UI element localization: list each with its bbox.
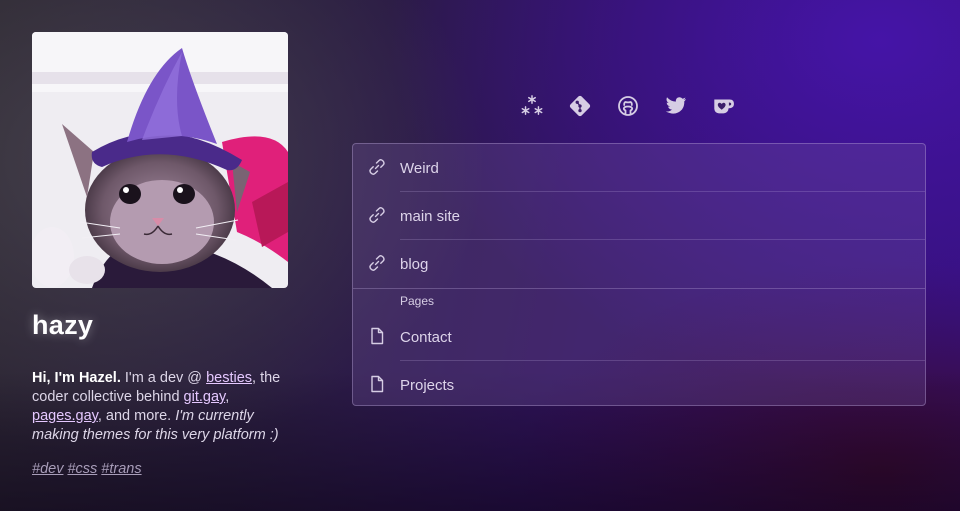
kofi-icon[interactable] [712,92,736,120]
bio-text: I'm a dev @ [120,370,207,386]
page-contact[interactable]: Contact [353,313,925,361]
besties-link[interactable]: besties [206,370,252,386]
page-icon [371,327,384,345]
git-gay-link[interactable]: git.gay [184,389,226,405]
sparkle-icon[interactable] [520,92,544,120]
page-icon [371,375,384,393]
tag-link[interactable]: #dev [32,461,63,477]
bio-text: , and more. [97,408,176,424]
pages-section-title: Pages [400,294,435,308]
pages-gay-link[interactable]: pages.gay [32,408,98,424]
git-icon[interactable] [568,92,592,120]
profile-bio: Hi, I'm Hazel. I'm a dev @ besties, the … [32,369,292,445]
tag-link[interactable]: #trans [101,461,141,477]
twitter-icon[interactable] [664,92,688,120]
page-label: Contact [400,328,452,346]
links-panel: Weird main site blog Pages Contact Proje… [352,143,926,406]
github-icon[interactable] [616,92,640,120]
profile-avatar [32,32,288,288]
link-icon [369,159,385,175]
link-icon [369,255,385,271]
link-label: Weird [400,159,439,177]
profile-name: hazy [32,310,94,340]
link-label: blog [400,255,429,273]
link-weird[interactable]: Weird [353,144,925,192]
profile-tags: #dev #css #trans [32,461,146,477]
bio-intro: Hi, I'm Hazel. [32,370,121,386]
bio-text: , [225,389,230,405]
page-label: Projects [400,376,455,394]
link-blog[interactable]: blog [353,240,925,288]
link-main-site[interactable]: main site [353,192,925,240]
tag-link[interactable]: #css [67,461,97,477]
page-projects[interactable]: Projects [353,361,925,405]
link-label: main site [400,207,461,225]
social-links [520,92,736,120]
link-icon [369,207,385,223]
